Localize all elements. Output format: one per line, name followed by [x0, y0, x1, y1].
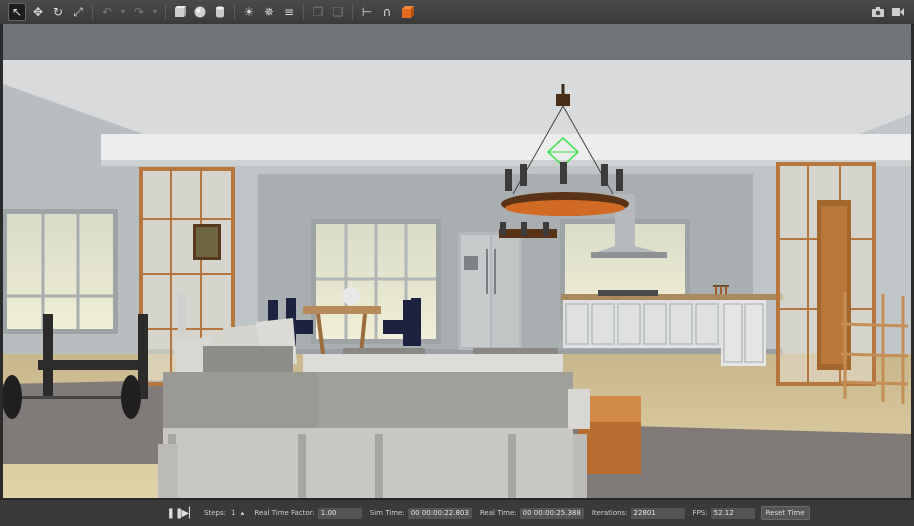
redo-dropdown-icon[interactable]: ▾	[151, 4, 159, 20]
toolbar-separator	[92, 4, 93, 20]
real-time-label: Real Time:	[479, 509, 517, 517]
real-time-factor-label: Real Time Factor:	[254, 509, 315, 517]
top-toolbar: ↖ ✥ ↻ ⤢ ↶ ▾ ↷ ▾ ☀ ✵ ≡ ❐ ❑ ⊢ ∩	[0, 0, 914, 25]
scene-viewport[interactable]	[3, 24, 911, 498]
bottom-statusbar: ❚❚ ▶▏ Steps: 1 ▴ Real Time Factor: 1.00 …	[0, 499, 914, 526]
screenshot-icon[interactable]	[870, 4, 886, 20]
record-icon[interactable]	[890, 4, 906, 20]
directional-light-icon[interactable]: ≡	[281, 4, 297, 20]
sim-time-value: 00 00:00:22.803	[407, 507, 472, 519]
pause-icon[interactable]: ❚❚	[167, 506, 184, 520]
sphere-icon[interactable]	[192, 4, 208, 20]
undo-icon[interactable]: ↶	[99, 4, 115, 20]
box-icon[interactable]	[172, 4, 188, 20]
point-light-icon[interactable]: ☀	[241, 4, 257, 20]
toolbar-separator	[165, 4, 166, 20]
orange-cube-icon[interactable]	[399, 4, 415, 20]
toolbar-separator	[352, 4, 353, 20]
house-scene-render	[3, 24, 911, 498]
spot-light-icon[interactable]: ✵	[261, 4, 277, 20]
iterations-label: Iterations:	[591, 509, 628, 517]
redo-icon[interactable]: ↷	[131, 4, 147, 20]
copy-icon[interactable]: ❐	[310, 4, 326, 20]
snap-icon[interactable]: ∩	[379, 4, 395, 20]
steps-dropdown-icon[interactable]: ▴	[238, 506, 246, 520]
fps-value: 52.12	[710, 507, 755, 519]
cylinder-icon[interactable]	[212, 4, 228, 20]
real-time-factor-value: 1.00	[317, 507, 362, 519]
sim-time-label: Sim Time:	[369, 509, 405, 517]
scale-icon[interactable]: ⤢	[70, 4, 86, 20]
translate-icon[interactable]: ✥	[30, 4, 46, 20]
rotate-icon[interactable]: ↻	[50, 4, 66, 20]
iterations-value: 22801	[630, 507, 685, 519]
step-icon[interactable]: ▶▏	[181, 506, 196, 520]
paste-icon[interactable]: ❑	[330, 4, 346, 20]
steps-value[interactable]: 1	[231, 509, 235, 517]
real-time-value: 00 00:00:25.388	[519, 507, 584, 519]
steps-label: Steps:	[204, 509, 226, 517]
toolbar-separator	[234, 4, 235, 20]
undo-dropdown-icon[interactable]: ▾	[119, 4, 127, 20]
fps-label: FPS:	[692, 509, 708, 517]
reset-time-button[interactable]: Reset Time	[760, 506, 810, 520]
align-icon[interactable]: ⊢	[359, 4, 375, 20]
select-arrow-icon[interactable]: ↖	[8, 3, 26, 21]
toolbar-separator	[303, 4, 304, 20]
